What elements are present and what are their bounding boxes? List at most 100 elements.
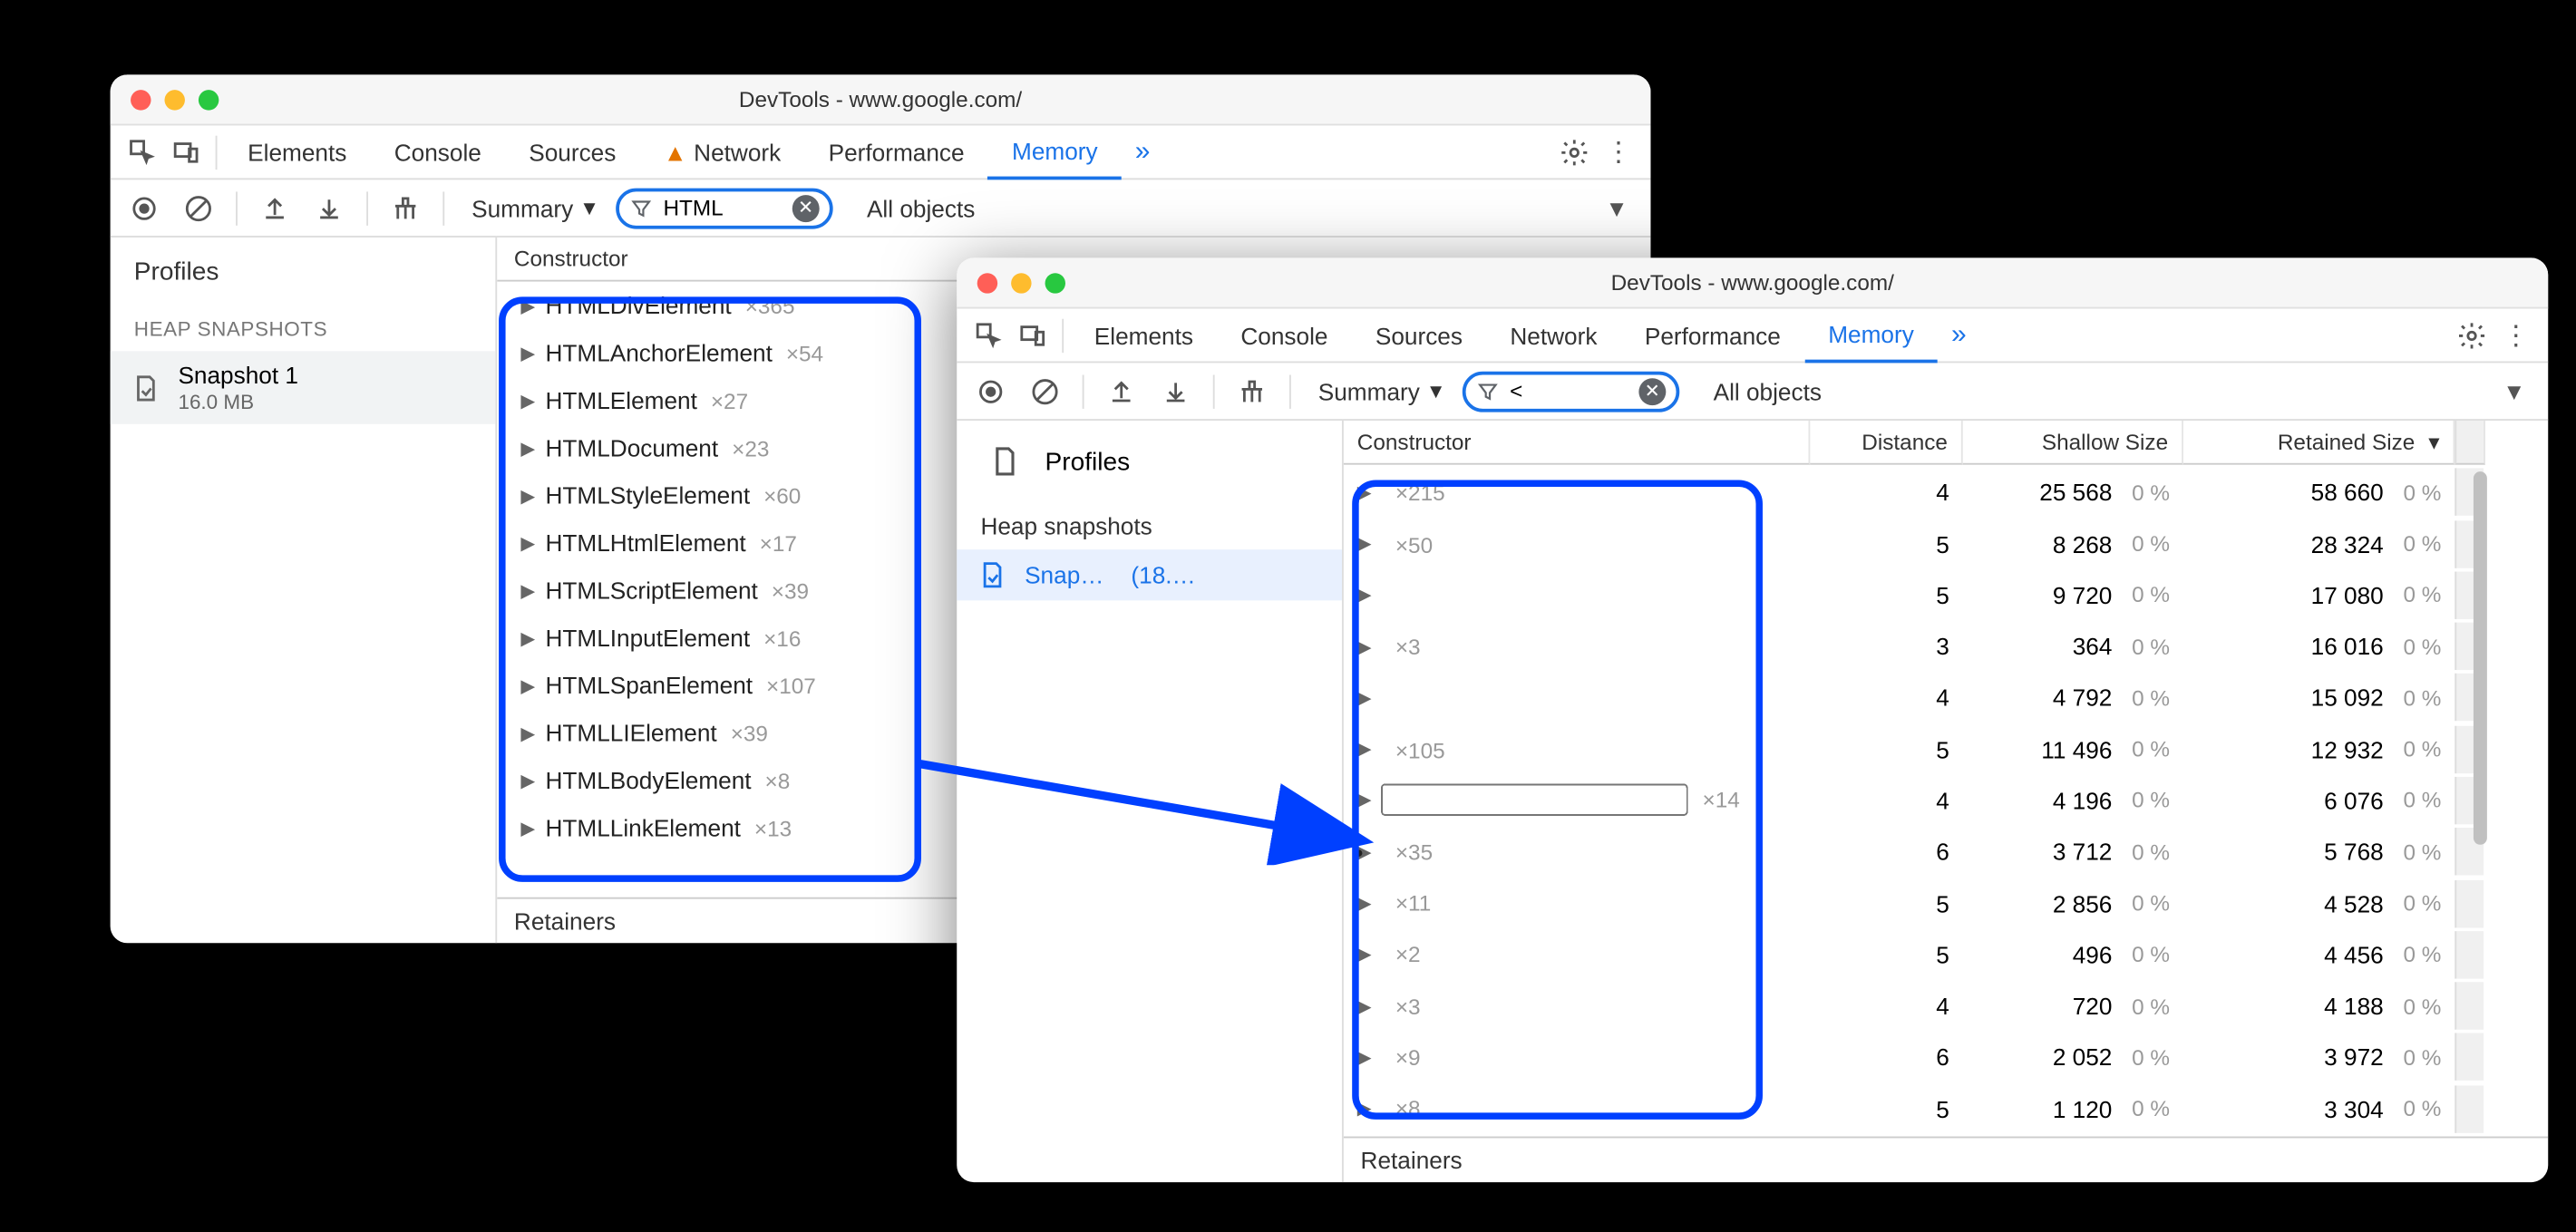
tab-performance[interactable]: Performance: [1621, 308, 1804, 363]
tab-memory[interactable]: Memory: [1804, 308, 1938, 363]
shallow-size-header[interactable]: Shallow Size: [1963, 421, 2183, 465]
snapshot-item[interactable]: Snap… (18.…: [957, 549, 1342, 600]
minimize-window-icon[interactable]: [1011, 272, 1031, 292]
inspect-icon[interactable]: [967, 313, 1011, 357]
expand-icon[interactable]: ▶: [520, 295, 535, 316]
expand-icon[interactable]: ▶: [1357, 687, 1372, 709]
tab-network[interactable]: ▲Network: [640, 125, 805, 179]
chevron-down-icon[interactable]: ▾: [2507, 374, 2538, 408]
tab-sources[interactable]: Sources: [1352, 308, 1486, 363]
clear-filter-icon[interactable]: ✕: [1638, 377, 1666, 404]
filter-text[interactable]: [663, 195, 782, 220]
record-icon[interactable]: [967, 367, 1014, 414]
settings-icon[interactable]: [2450, 313, 2494, 357]
inspect-icon[interactable]: [121, 130, 165, 174]
expand-icon[interactable]: ▶: [520, 579, 535, 601]
objects-select[interactable]: All objects: [853, 194, 988, 221]
kebab-menu-icon[interactable]: ⋮: [2493, 313, 2538, 357]
expand-icon[interactable]: ▶: [520, 484, 535, 506]
tab-memory[interactable]: Memory: [988, 125, 1122, 179]
tab-performance[interactable]: Performance: [804, 125, 987, 179]
table-row[interactable]: ▶×50: [1344, 520, 1811, 567]
device-toggle-icon[interactable]: [1011, 313, 1055, 357]
table-row[interactable]: ▶×8: [1344, 1085, 1811, 1132]
expand-icon[interactable]: ▶: [520, 817, 535, 839]
minimize-window-icon[interactable]: [164, 89, 184, 109]
table-row[interactable]: ▶×9: [1344, 1033, 1811, 1081]
table-row[interactable]: ▶</span><span class="rcount" data-name="…: [1344, 571, 1811, 618]
expand-icon[interactable]: ▶: [520, 532, 535, 554]
expand-icon[interactable]: ▶: [1357, 995, 1372, 1017]
download-icon[interactable]: [1152, 367, 1199, 414]
settings-icon[interactable]: [1552, 130, 1597, 174]
tab-network[interactable]: Network: [1486, 308, 1620, 363]
maximize-window-icon[interactable]: [1045, 272, 1065, 292]
scrollbar-track[interactable]: [2454, 1033, 2484, 1081]
tab-elements[interactable]: Elements: [224, 125, 371, 179]
expand-icon[interactable]: ▶: [1357, 944, 1372, 965]
close-window-icon[interactable]: [977, 272, 997, 292]
expand-icon[interactable]: ▶: [520, 389, 535, 411]
constructor-header[interactable]: Constructor: [1344, 421, 1811, 465]
expand-icon[interactable]: ▶: [1357, 738, 1372, 760]
table-row[interactable]: ▶×14: [1344, 777, 1811, 824]
table-row[interactable]: ▶×2: [1344, 931, 1811, 978]
expand-icon[interactable]: ▶: [520, 626, 535, 648]
more-tabs-icon[interactable]: »: [1122, 137, 1164, 168]
gc-icon[interactable]: [1229, 367, 1276, 414]
objects-select[interactable]: All objects: [1700, 377, 1835, 404]
retainers-section[interactable]: Retainers: [1344, 1137, 2548, 1183]
clear-icon[interactable]: [175, 184, 222, 231]
scrollbar-track[interactable]: [2454, 1085, 2484, 1132]
expand-icon[interactable]: ▶: [1357, 481, 1372, 503]
expand-icon[interactable]: ▶: [1357, 584, 1372, 606]
expand-icon[interactable]: ▶: [1357, 1098, 1372, 1120]
kebab-menu-icon[interactable]: ⋮: [1597, 130, 1641, 174]
retained-size-header[interactable]: Retained Size▾: [2183, 421, 2454, 465]
filter-text[interactable]: [1510, 378, 1628, 403]
table-row[interactable]: ▶×215: [1344, 469, 1811, 516]
tab-sources[interactable]: Sources: [505, 125, 639, 179]
upload-icon[interactable]: [1098, 367, 1145, 414]
tab-elements[interactable]: Elements: [1071, 308, 1218, 363]
maximize-window-icon[interactable]: [199, 89, 219, 109]
table-row[interactable]: ▶</span><span class="rcount" data-name="…: [1344, 674, 1811, 722]
expand-icon[interactable]: ▶: [520, 437, 535, 459]
expand-icon[interactable]: ▶: [1357, 892, 1372, 914]
table-row[interactable]: ▶×105: [1344, 725, 1811, 772]
tab-console[interactable]: Console: [371, 125, 506, 179]
expand-icon[interactable]: ▶: [520, 342, 535, 364]
clear-icon[interactable]: [1021, 367, 1068, 414]
expand-icon[interactable]: ▶: [1357, 533, 1372, 555]
expand-icon[interactable]: ▶: [520, 722, 535, 743]
scrollbar-track[interactable]: [2454, 983, 2484, 1030]
scrollbar-thumb[interactable]: [2474, 472, 2487, 846]
perspective-select[interactable]: Summary▾: [458, 193, 608, 222]
chevron-down-icon[interactable]: ▾: [1610, 190, 1641, 224]
constructor-header[interactable]: Constructor: [497, 246, 645, 271]
record-icon[interactable]: [121, 184, 168, 231]
expand-icon[interactable]: ▶: [1357, 635, 1372, 657]
scrollbar-track[interactable]: [2454, 931, 2484, 978]
snapshot-item[interactable]: Snapshot 1 16.0 MB: [111, 351, 496, 424]
gc-icon[interactable]: [382, 184, 429, 231]
table-row[interactable]: ▶×35: [1344, 829, 1811, 876]
distance-header[interactable]: Distance: [1810, 421, 1962, 465]
expand-icon[interactable]: ▶: [1357, 1046, 1372, 1068]
upload-icon[interactable]: [251, 184, 298, 231]
close-window-icon[interactable]: [131, 89, 151, 109]
clear-filter-icon[interactable]: ✕: [792, 194, 820, 221]
scrollbar-track[interactable]: [2454, 469, 2484, 516]
table-row[interactable]: ▶×3: [1344, 983, 1811, 1030]
class-filter-input[interactable]: ✕: [1463, 371, 1679, 412]
perspective-select[interactable]: Summary▾: [1305, 376, 1455, 405]
scrollbar-track[interactable]: [2454, 879, 2484, 926]
expand-icon[interactable]: ▶: [520, 674, 535, 696]
expand-icon[interactable]: ▶: [1357, 790, 1372, 811]
tab-console[interactable]: Console: [1217, 308, 1352, 363]
expand-icon[interactable]: ▶: [520, 769, 535, 791]
download-icon[interactable]: [306, 184, 353, 231]
device-toggle-icon[interactable]: [164, 130, 209, 174]
more-tabs-icon[interactable]: »: [1938, 320, 1980, 351]
table-row[interactable]: ▶×3: [1344, 623, 1811, 670]
